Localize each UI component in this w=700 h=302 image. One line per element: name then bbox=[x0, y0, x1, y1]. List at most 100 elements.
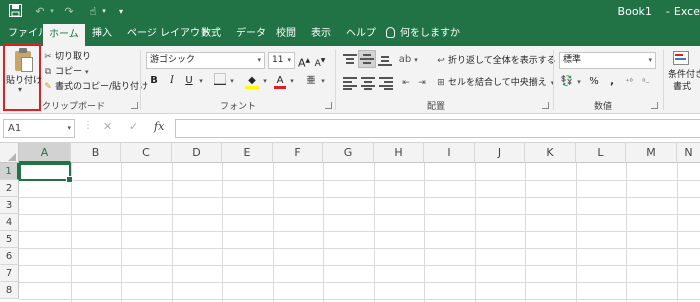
column-header-e[interactable]: E bbox=[222, 143, 273, 163]
decrease-indent-icon[interactable]: ⇤ bbox=[399, 75, 413, 91]
drag-handle-icon[interactable]: ⋮ bbox=[83, 120, 93, 131]
merge-cells-icon: ⊞ bbox=[437, 78, 445, 88]
active-cell-a1[interactable] bbox=[19, 163, 73, 183]
chevron-down-icon[interactable]: ▾ bbox=[228, 73, 236, 89]
copy-button[interactable]: ⧉ コピー ▾ bbox=[43, 65, 89, 80]
cut-button[interactable]: ✂ 切り取り bbox=[43, 50, 91, 65]
enter-icon[interactable]: ✓ bbox=[129, 120, 138, 133]
column-header-b[interactable]: B bbox=[71, 143, 121, 163]
row-header-6[interactable]: 6 bbox=[0, 248, 19, 265]
chevron-down-icon[interactable]: ▾ bbox=[197, 73, 205, 89]
font-color-button[interactable]: A bbox=[273, 73, 287, 89]
undo-dropdown-icon[interactable]: ▾ bbox=[48, 4, 56, 19]
column-header-k[interactable]: K bbox=[525, 143, 576, 163]
column-header-h[interactable]: H bbox=[374, 143, 424, 163]
align-bottom-icon[interactable] bbox=[378, 54, 392, 66]
tab-data[interactable]: データ bbox=[236, 23, 266, 46]
column-header-d[interactable]: D bbox=[172, 143, 222, 163]
alignment-launcher-icon[interactable] bbox=[542, 102, 549, 109]
paste-button[interactable]: 貼り付け ▾ bbox=[3, 43, 43, 111]
name-box[interactable]: A1 ▾ bbox=[3, 119, 75, 138]
workbook-name: Book1 bbox=[617, 5, 652, 18]
column-header-c[interactable]: C bbox=[121, 143, 172, 163]
chevron-down-icon[interactable]: ▾ bbox=[85, 68, 89, 76]
tab-formulas[interactable]: 数式 bbox=[201, 23, 221, 46]
chevron-down-icon[interactable]: ▾ bbox=[261, 73, 269, 89]
touch-mode-dropdown-icon[interactable]: ▾ bbox=[100, 4, 108, 19]
decrease-decimal-icon[interactable]: ⁰₋ bbox=[639, 74, 653, 90]
cancel-icon[interactable]: ✕ bbox=[103, 120, 112, 133]
italic-button[interactable]: I bbox=[166, 73, 178, 89]
increase-indent-icon[interactable]: ⇥ bbox=[415, 75, 429, 91]
column-header-i[interactable]: I bbox=[424, 143, 475, 163]
tab-view[interactable]: 表示 bbox=[311, 23, 331, 46]
borders-button[interactable] bbox=[213, 73, 227, 89]
align-top-icon[interactable] bbox=[343, 54, 357, 66]
gridline bbox=[19, 299, 700, 300]
column-header-j[interactable]: J bbox=[475, 143, 525, 163]
insert-function-icon[interactable]: fx bbox=[154, 120, 164, 133]
number-format-select[interactable]: 標準 ▾ bbox=[559, 52, 656, 69]
font-launcher-icon[interactable] bbox=[325, 102, 332, 109]
row-header-3[interactable]: 3 bbox=[0, 197, 19, 214]
save-icon[interactable] bbox=[8, 4, 22, 19]
bold-button[interactable]: B bbox=[148, 73, 160, 89]
number-format-value: 標準 bbox=[563, 55, 582, 65]
font-size-select[interactable]: 11 ▾ bbox=[268, 52, 295, 69]
clipboard-launcher-icon[interactable] bbox=[131, 102, 138, 109]
merge-center-button[interactable]: ⊞セルを結合して中央揃え▾ bbox=[436, 76, 554, 91]
row-header-7[interactable]: 7 bbox=[0, 265, 19, 282]
tab-insert[interactable]: 挿入 bbox=[92, 23, 112, 46]
customize-quick-access-icon[interactable]: ▾ bbox=[116, 4, 126, 19]
cut-label: 切り取り bbox=[55, 52, 92, 62]
accounting-format-icon[interactable]: 💱 bbox=[560, 74, 574, 90]
chevron-down-icon[interactable]: ▾ bbox=[575, 74, 583, 90]
number-launcher-icon[interactable] bbox=[651, 102, 658, 109]
tab-review[interactable]: 校閲 bbox=[276, 23, 296, 46]
wrap-text-button[interactable]: ↩ 折り返して全体を表示する bbox=[436, 54, 556, 69]
select-all-button[interactable] bbox=[0, 143, 19, 163]
format-painter-button[interactable]: ✎ 書式のコピー/貼り付け bbox=[43, 80, 148, 95]
row-header-2[interactable]: 2 bbox=[0, 180, 19, 197]
row-header-8[interactable]: 8 bbox=[0, 282, 19, 299]
chevron-down-icon[interactable]: ▾ bbox=[319, 73, 327, 89]
conditional-formatting-icon[interactable] bbox=[673, 51, 689, 65]
align-left-icon[interactable] bbox=[343, 77, 357, 90]
formula-input[interactable] bbox=[175, 119, 700, 138]
align-center-icon[interactable] bbox=[361, 77, 375, 90]
conditional-formatting-label-2[interactable]: 書式 bbox=[673, 80, 691, 95]
paste-label: 貼り付け bbox=[6, 76, 43, 86]
fill-color-button[interactable]: ◆ bbox=[244, 73, 260, 89]
column-header-a[interactable]: A bbox=[19, 143, 71, 163]
comma-style-button[interactable]: , bbox=[607, 74, 617, 90]
font-name-select[interactable]: 游ゴシック ▾ bbox=[146, 52, 265, 69]
column-header-g[interactable]: G bbox=[323, 143, 374, 163]
underline-button[interactable]: U bbox=[183, 73, 195, 89]
gridline bbox=[19, 231, 700, 232]
column-header-l[interactable]: L bbox=[576, 143, 626, 163]
orientation-icon[interactable]: ab bbox=[398, 52, 412, 68]
tab-home[interactable]: ホーム bbox=[43, 24, 85, 46]
percent-style-button[interactable]: % bbox=[588, 74, 600, 90]
tab-page-layout[interactable]: ページ レイアウト bbox=[127, 23, 210, 46]
chevron-down-icon[interactable]: ▾ bbox=[18, 85, 22, 94]
row-header-4[interactable]: 4 bbox=[0, 214, 19, 231]
grow-font-label: A bbox=[298, 56, 306, 70]
chevron-down-icon[interactable]: ▾ bbox=[288, 73, 296, 89]
tab-help[interactable]: ヘルプ bbox=[346, 23, 376, 46]
shrink-font-button[interactable]: A▼ bbox=[314, 53, 326, 69]
column-header-n[interactable]: N bbox=[677, 143, 700, 163]
tell-me-search[interactable]: 何をしますか bbox=[386, 23, 460, 46]
row-header-5[interactable]: 5 bbox=[0, 231, 19, 248]
align-right-icon[interactable] bbox=[379, 77, 393, 90]
touch-mode-icon[interactable]: ☝ bbox=[86, 4, 100, 19]
undo-icon[interactable]: ↶ bbox=[33, 4, 47, 19]
phonetic-guide-button[interactable]: 亜 bbox=[304, 73, 318, 89]
grow-font-button[interactable]: A▲ bbox=[298, 53, 310, 70]
column-header-m[interactable]: M bbox=[626, 143, 677, 163]
chevron-down-icon[interactable]: ▾ bbox=[412, 52, 420, 68]
row-header-1[interactable]: 1 bbox=[0, 163, 19, 180]
column-header-f[interactable]: F bbox=[273, 143, 323, 163]
redo-icon[interactable]: ↷ bbox=[62, 4, 76, 19]
increase-decimal-icon[interactable]: ⁺⁰ bbox=[622, 74, 636, 90]
